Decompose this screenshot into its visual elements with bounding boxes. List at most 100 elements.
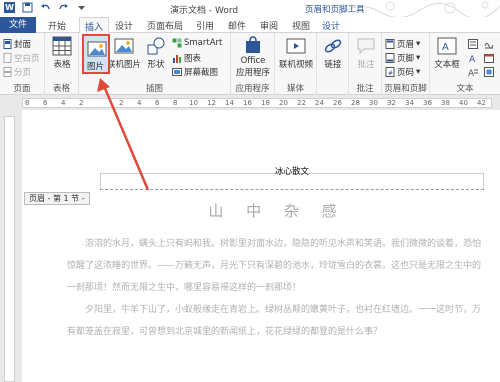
- tables-group-label: 表格: [52, 84, 70, 94]
- ruler-number: 42: [477, 99, 486, 107]
- header-text[interactable]: 冰心散文: [275, 165, 309, 177]
- text-group: A 文本框 A A 文本: [430, 33, 500, 95]
- date-time-icon[interactable]: [484, 53, 494, 63]
- ruler-number: 22: [297, 99, 306, 107]
- links-button[interactable]: 链接: [320, 36, 346, 70]
- object-icon[interactable]: [484, 67, 494, 77]
- ruler-number: 18: [261, 99, 270, 107]
- pages-group-label: 页面: [13, 84, 31, 94]
- undo-icon[interactable]: [40, 2, 51, 13]
- comment-button[interactable]: 批注: [353, 36, 379, 70]
- ribbon: 封面 空白页 分页 页面 表格 表格 联机图片 形状 SmartArt 图表 屏…: [0, 33, 500, 95]
- text-group-label: 文本: [456, 84, 474, 94]
- tab-mailings[interactable]: 邮件: [228, 19, 246, 32]
- footer-button[interactable]: 页脚 ▾: [385, 52, 420, 64]
- media-group-label: 媒体: [286, 84, 304, 94]
- textbox-button[interactable]: A 文本框: [432, 36, 462, 70]
- page-break-icon: [3, 67, 12, 77]
- media-group: 联机视频 媒体: [275, 33, 317, 95]
- tab-home[interactable]: 开始: [48, 19, 66, 32]
- office-store-icon: [246, 36, 260, 53]
- chevron-down-icon: ▾: [416, 67, 421, 77]
- window-title: 演示文档 - Word: [170, 6, 239, 16]
- header-icon: [385, 39, 395, 49]
- drop-cap-icon[interactable]: A: [468, 67, 478, 77]
- table-button[interactable]: 表格: [50, 36, 74, 70]
- chevron-down-icon: ▾: [416, 39, 421, 49]
- tab-insert[interactable]: 插入: [79, 17, 110, 34]
- picture-button[interactable]: 图片: [82, 34, 110, 74]
- ruler-number: 6: [43, 99, 48, 107]
- svg-text:#: #: [388, 70, 393, 77]
- links-group: 链接: [317, 33, 349, 95]
- ruler-number: 14: [225, 99, 234, 107]
- shapes-button[interactable]: 形状: [143, 36, 169, 70]
- signature-line-icon[interactable]: [484, 39, 494, 49]
- paragraph: 夕阳里，牛羊下山了，小蚁般缘走在青岩上。绿树丛颠的嫩黄叶子，也衬在红墙边。一一这…: [67, 305, 482, 337]
- tab-review[interactable]: 审阅: [260, 19, 278, 32]
- title-bar: W 演示文档 - Word 页眉和页脚工具: [0, 0, 500, 17]
- customize-dropdown-icon[interactable]: [76, 2, 87, 13]
- online-video-button[interactable]: 联机视频: [278, 36, 314, 70]
- footer-icon: [385, 53, 395, 63]
- tab-view[interactable]: 视图: [292, 19, 310, 32]
- pages-group: 封面 空白页 分页 页面: [0, 33, 45, 95]
- shapes-icon: [147, 37, 165, 55]
- document-title: 山 中 杂 感: [208, 202, 346, 220]
- header-margin-marker: [483, 173, 484, 189]
- ruler-number: 8: [25, 99, 30, 107]
- document-body[interactable]: 山 中 杂 感 溶溶的水月，螨头上只有蚂和我。树影里对面水边，隐隐的听见水声和笑…: [67, 200, 487, 343]
- tab-design[interactable]: 设计: [115, 19, 133, 32]
- tab-page-layout[interactable]: 页面布局: [147, 19, 183, 32]
- ruler-track: 8 6 4 2 2 4 6 8 10 12 14 16 18 20 22 24 …: [22, 98, 492, 108]
- svg-text:A: A: [442, 42, 449, 53]
- chart-button[interactable]: 图表: [172, 52, 201, 64]
- ruler-number: 24: [315, 99, 324, 107]
- quick-parts-icon[interactable]: [468, 39, 478, 49]
- apps-group: Office 应用程序 应用程序: [231, 33, 275, 95]
- apps-group-label: 应用程序: [235, 84, 270, 94]
- online-picture-button[interactable]: 联机图片: [107, 36, 141, 70]
- cover-page-icon: [3, 39, 12, 49]
- document-page[interactable]: 冰心散文 页眉 - 第 1 节 - 山 中 杂 感 溶溶的水月，螨头上只有蚂和我…: [22, 110, 500, 382]
- office-apps-button[interactable]: Office 应用程序: [235, 36, 271, 78]
- online-video-icon: [286, 38, 306, 54]
- tab-references[interactable]: 引用: [196, 19, 214, 32]
- page-number-button[interactable]: # 页码 ▾: [385, 66, 420, 78]
- header-button[interactable]: 页眉 ▾: [385, 38, 420, 50]
- vertical-ruler[interactable]: [4, 116, 15, 382]
- ruler-number: 30: [369, 99, 378, 107]
- chevron-down-icon: ▾: [416, 53, 421, 63]
- comments-group-label: 批注: [356, 84, 374, 94]
- chart-icon: [173, 55, 181, 63]
- smartart-button[interactable]: SmartArt: [172, 38, 222, 48]
- ruler-number: 4: [61, 99, 66, 107]
- link-icon: [324, 39, 342, 53]
- smartart-icon: [172, 38, 182, 48]
- comments-group: 批注 批注: [349, 33, 382, 95]
- blank-page-icon: [3, 53, 12, 63]
- quick-access-toolbar: W: [4, 2, 87, 13]
- tab-header-footer-design[interactable]: 设计: [322, 19, 340, 32]
- redo-icon[interactable]: [58, 2, 69, 13]
- header-footer-group-label: 页眉和页脚: [384, 84, 427, 94]
- ruler-number: 36: [423, 99, 432, 107]
- page-break-button[interactable]: 分页: [3, 66, 31, 78]
- ruler-number: 16: [243, 99, 252, 107]
- wordart-icon[interactable]: A: [468, 53, 478, 63]
- screenshot-button[interactable]: 屏幕截图: [172, 66, 218, 78]
- header-separator: [100, 189, 484, 190]
- header-margin-marker: [100, 173, 101, 189]
- blank-page-button[interactable]: 空白页: [3, 52, 40, 64]
- illustrations-group-label: 插图: [145, 84, 163, 94]
- tables-group: 表格 表格: [45, 33, 79, 95]
- save-icon[interactable]: [22, 2, 33, 13]
- ruler-number: 32: [387, 99, 396, 107]
- cover-page-button[interactable]: 封面: [3, 38, 31, 50]
- ruler-number: 4: [137, 99, 142, 107]
- ruler-number: 6: [155, 99, 160, 107]
- paragraph: 溶溶的水月，螨头上只有蚂和我。树影里对面水边，隐隐的听见水声和笑语。我们微微的谈…: [67, 239, 482, 293]
- page-number-icon: #: [385, 67, 395, 77]
- horizontal-ruler[interactable]: 8 6 4 2 2 4 6 8 10 12 14 16 18 20 22 24 …: [0, 96, 500, 110]
- tab-file[interactable]: 文件: [0, 17, 36, 33]
